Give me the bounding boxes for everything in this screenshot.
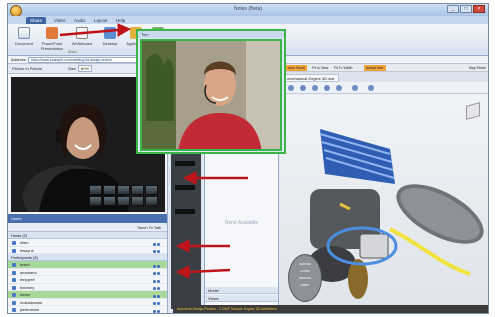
arrow-head — [117, 23, 132, 37]
annotation-arrows — [59, 23, 248, 279]
